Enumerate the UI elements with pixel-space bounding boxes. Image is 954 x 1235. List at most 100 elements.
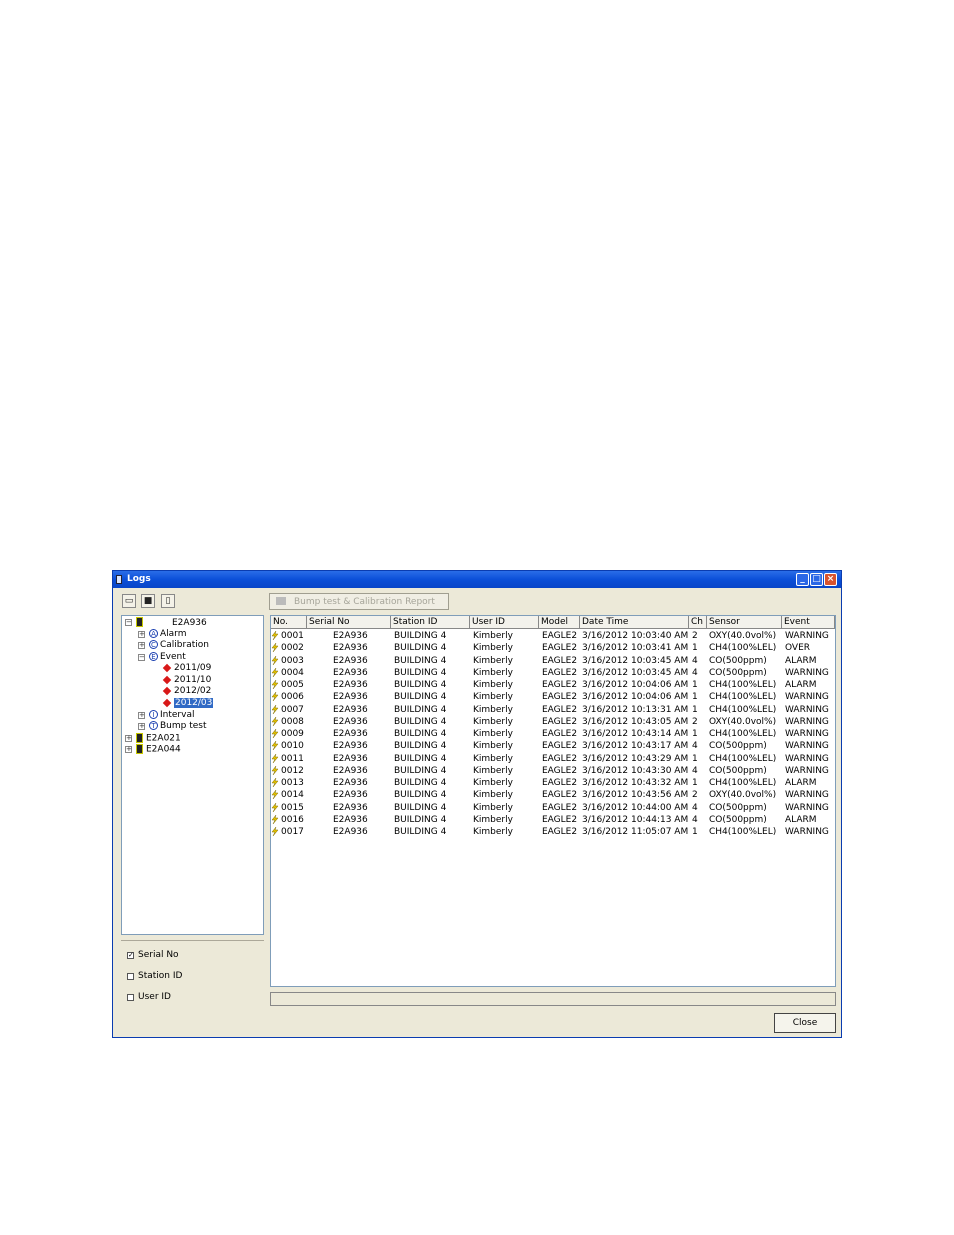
- calibration-icon: C: [149, 640, 158, 649]
- printer-icon[interactable]: ▭: [122, 594, 136, 608]
- expand-icon[interactable]: +: [125, 735, 132, 742]
- station-id-checkbox[interactable]: [127, 973, 134, 980]
- column-header-no[interactable]: No.: [271, 616, 307, 629]
- tree-node-calibration[interactable]: C Calibration: [149, 640, 209, 651]
- cell-serial-no: E2A936: [333, 667, 368, 678]
- table-row[interactable]: 0001 E2A936 BUILDING 4 Kimberly EAGLE2 3/16/2…: [271, 630, 835, 642]
- tree-node-device[interactable]: E2A044: [136, 744, 181, 755]
- cell-ch: 4: [692, 814, 698, 825]
- tree-node-alarm[interactable]: A Alarm: [149, 629, 186, 640]
- column-header-sensor[interactable]: Sensor: [707, 616, 782, 629]
- table-row[interactable]: 0014 E2A936 BUILDING 4 Kimberly EAGLE2 3/16/2…: [271, 789, 835, 801]
- cell-station-id: BUILDING 4: [394, 741, 447, 752]
- cell-ch: 4: [692, 765, 698, 776]
- cell-date-time: 3/16/2012 10:43:30 AM: [582, 765, 689, 776]
- lightning-icon: [271, 790, 279, 800]
- table-row[interactable]: 0012 E2A936 BUILDING 4 Kimberly EAGLE2 3/16/2…: [271, 765, 835, 777]
- tree-node-date[interactable]: 2011/10: [162, 675, 211, 686]
- title-bar[interactable]: Logs _ □ ×: [113, 571, 841, 588]
- log-table[interactable]: No. Serial No Station ID User ID Model Date T…: [270, 615, 836, 987]
- column-header-station-id[interactable]: Station ID: [391, 616, 470, 629]
- cell-serial-no: E2A936: [333, 716, 368, 727]
- cell-event: ALARM: [785, 655, 817, 666]
- tree-node-bump-test[interactable]: T Bump test: [149, 721, 207, 732]
- cell-event: ALARM: [785, 778, 817, 788]
- column-header-user-id[interactable]: User ID: [470, 616, 539, 629]
- cell-station-id: BUILDING 4: [394, 643, 447, 654]
- tree-node-interval[interactable]: I Interval: [149, 710, 194, 721]
- expand-icon[interactable]: +: [138, 723, 145, 730]
- cell-date-time: 3/16/2012 10:04:06 AM: [582, 680, 689, 690]
- tree-node-date[interactable]: 2012/02: [162, 686, 211, 697]
- cell-sensor: CH4(100%LEL): [709, 643, 777, 654]
- expand-icon[interactable]: +: [138, 712, 145, 719]
- table-row[interactable]: 0015 E2A936 BUILDING 4 Kimberly EAGLE2 3/16/2…: [271, 802, 835, 814]
- table-row[interactable]: 0016 E2A936 BUILDING 4 Kimberly EAGLE2 3/16/2…: [271, 814, 835, 826]
- table-row[interactable]: 0008 E2A936 BUILDING 4 Kimberly EAGLE2 3/16/2…: [271, 716, 835, 728]
- tree-node-date[interactable]: 2011/09: [162, 663, 211, 674]
- tree-node-date-selected[interactable]: 2012/03: [162, 698, 214, 709]
- table-row[interactable]: 0002 E2A936 BUILDING 4 Kimberly EAGLE2 3/16/2…: [271, 642, 835, 654]
- cell-user-id: Kimberly: [473, 765, 513, 776]
- column-header-date-time[interactable]: Date Time: [580, 616, 689, 629]
- column-header-ch[interactable]: Ch: [689, 616, 707, 629]
- table-row[interactable]: 0011 E2A936 BUILDING 4 Kimberly EAGLE2 3/16/2…: [271, 753, 835, 765]
- user-id-checkbox[interactable]: [127, 994, 134, 1001]
- cell-date-time: 3/16/2012 10:13:31 AM: [582, 704, 689, 715]
- app-icon: [116, 575, 122, 584]
- table-row[interactable]: 0007 E2A936 BUILDING 4 Kimberly EAGLE2 3/16/2…: [271, 704, 835, 716]
- table-row[interactable]: 0006 E2A936 BUILDING 4 Kimberly EAGLE2 3/16/2…: [271, 691, 835, 703]
- cell-event: WARNING: [785, 753, 829, 764]
- lightning-icon: [271, 716, 279, 726]
- bump-calibration-report-button[interactable]: Bump test & Calibration Report: [269, 593, 449, 610]
- cell-sensor: CO(500ppm): [709, 667, 767, 678]
- close-button[interactable]: Close: [774, 1013, 836, 1033]
- cell-serial-no: E2A936: [333, 643, 368, 654]
- cell-sensor: CO(500ppm): [709, 765, 767, 776]
- cell-no: 0006: [271, 691, 304, 703]
- collapse-icon[interactable]: −: [138, 654, 145, 661]
- tree-node-device[interactable]: E2A021: [136, 733, 181, 744]
- device-tree[interactable]: − E2A936 + A Alarm + C Calibration − E Even…: [121, 615, 264, 935]
- tree-node-root[interactable]: E2A936: [136, 617, 207, 628]
- cell-event: WARNING: [785, 765, 829, 776]
- cell-no: 0013: [271, 777, 304, 789]
- cell-user-id: Kimberly: [473, 814, 513, 825]
- table-row[interactable]: 0010 E2A936 BUILDING 4 Kimberly EAGLE2 3/16/2…: [271, 740, 835, 752]
- cell-station-id: BUILDING 4: [394, 827, 447, 837]
- lightning-icon: [271, 778, 279, 787]
- expand-icon[interactable]: +: [138, 642, 145, 649]
- close-icon[interactable]: ×: [824, 573, 837, 586]
- clipboard-icon[interactable]: ▯: [161, 594, 175, 608]
- expand-icon[interactable]: +: [125, 746, 132, 753]
- tree-node-event[interactable]: E Event: [149, 652, 186, 663]
- table-row[interactable]: 0017 E2A936 BUILDING 4 Kimberly EAGLE2 3/16/2…: [271, 826, 835, 838]
- collapse-icon[interactable]: −: [125, 619, 132, 626]
- table-row[interactable]: 0004 E2A936 BUILDING 4 Kimberly EAGLE2 3/16/2…: [271, 667, 835, 679]
- serial-no-checkbox[interactable]: ✓: [127, 952, 134, 959]
- cell-date-time: 3/16/2012 10:43:05 AM: [582, 716, 689, 727]
- cell-station-id: BUILDING 4: [394, 655, 447, 666]
- cell-model: EAGLE2: [542, 680, 578, 690]
- cell-sensor: CH4(100%LEL): [709, 729, 777, 739]
- expand-icon[interactable]: +: [138, 631, 145, 638]
- cell-ch: 1: [692, 827, 698, 837]
- cell-ch: 1: [692, 704, 698, 715]
- table-row[interactable]: 0003 E2A936 BUILDING 4 Kimberly EAGLE2 3/16/2…: [271, 655, 835, 667]
- cell-ch: 2: [692, 790, 698, 801]
- maximize-icon[interactable]: □: [810, 573, 823, 586]
- cell-ch: 4: [692, 655, 698, 666]
- table-row[interactable]: 0005 E2A936 BUILDING 4 Kimberly EAGLE2 3/16/2…: [271, 679, 835, 691]
- column-header-event[interactable]: Event: [782, 616, 835, 629]
- column-header-model[interactable]: Model: [539, 616, 580, 629]
- cell-date-time: 3/16/2012 10:43:14 AM: [582, 729, 689, 739]
- table-row[interactable]: 0009 E2A936 BUILDING 4 Kimberly EAGLE2 3/16/2…: [271, 728, 835, 740]
- tree-node-label: Event: [160, 652, 186, 662]
- cell-user-id: Kimberly: [473, 729, 513, 739]
- cell-serial-no: E2A936: [333, 741, 368, 752]
- minimize-icon[interactable]: _: [796, 573, 809, 586]
- table-row[interactable]: 0013 E2A936 BUILDING 4 Kimberly EAGLE2 3/16/2…: [271, 777, 835, 789]
- lightning-icon: [271, 655, 279, 665]
- column-header-serial-no[interactable]: Serial No: [307, 616, 391, 629]
- floppy-disk-icon[interactable]: ■: [141, 594, 155, 608]
